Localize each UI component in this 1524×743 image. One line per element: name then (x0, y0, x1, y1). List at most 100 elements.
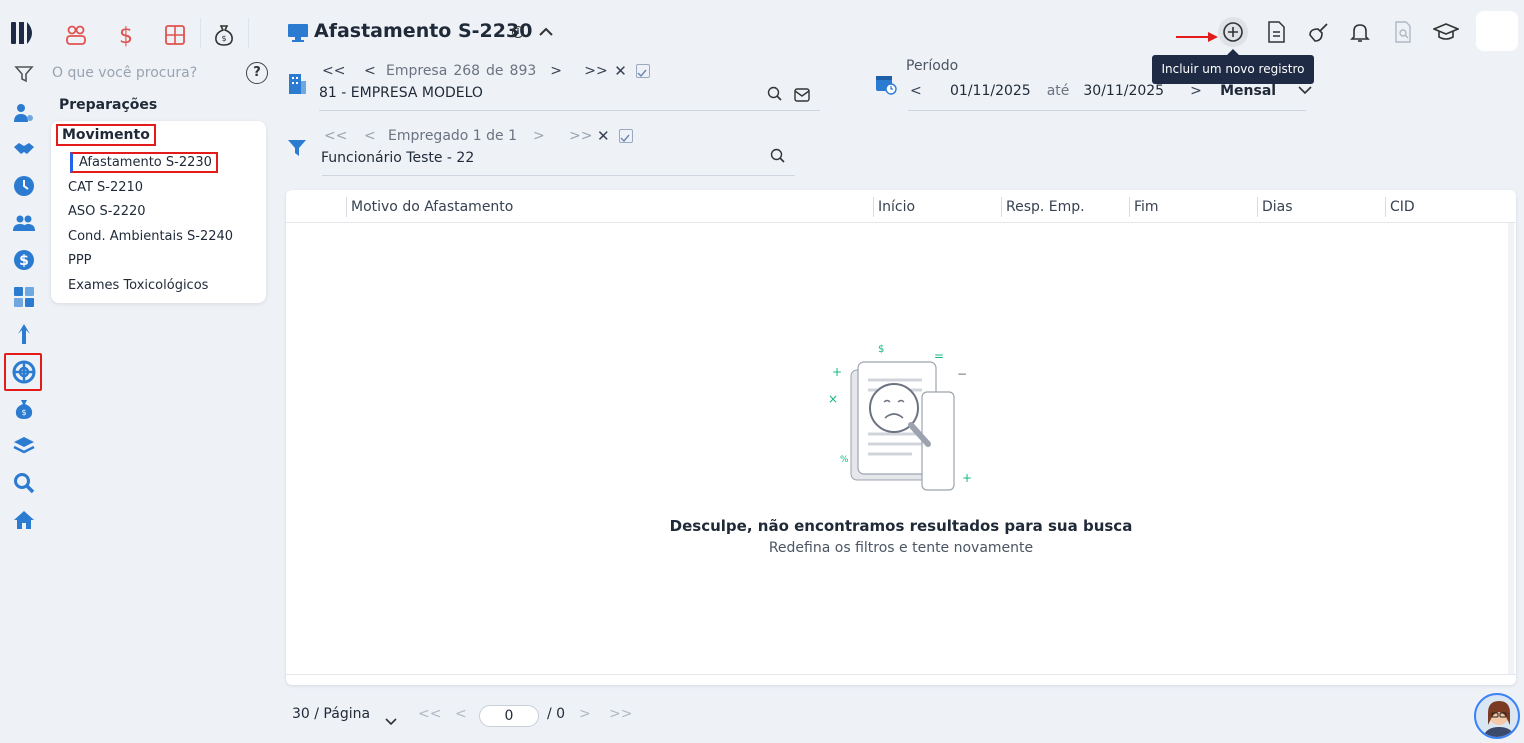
empresa-first-button[interactable]: << (322, 63, 364, 79)
menu-section-movimento[interactable]: Movimento (56, 124, 156, 146)
empregado-clear-button[interactable]: ✕ (597, 127, 619, 145)
illus-times: × (828, 392, 838, 406)
empregado-checkbox[interactable] (619, 129, 634, 143)
svg-text:$: $ (221, 34, 226, 43)
periodo-end[interactable]: 30/11/2025 (1083, 83, 1164, 99)
periodo-mode-select[interactable]: Mensal (1220, 83, 1298, 99)
app-logo-icon[interactable] (10, 20, 38, 46)
empregado-first-button[interactable]: << (324, 128, 364, 144)
empresa-field[interactable]: 81 - EMPRESA MODELO (319, 85, 483, 101)
info-icon[interactable]: i (512, 26, 524, 38)
funnel-icon (287, 138, 307, 162)
pager-next-button[interactable]: > (579, 706, 591, 722)
group-module-icon[interactable] (61, 20, 91, 50)
calendar-icon (875, 73, 897, 99)
search-input[interactable] (52, 62, 242, 84)
calculator-icon[interactable] (11, 284, 37, 310)
menu-item-afastamento[interactable]: Afastamento S-2230 (70, 152, 218, 173)
grid-scrollbar[interactable] (1508, 223, 1514, 675)
empregado-prev-button[interactable]: < (364, 128, 388, 144)
assistant-avatar[interactable] (1474, 693, 1520, 739)
money-bag-icon[interactable]: $ (11, 396, 37, 422)
growth-icon[interactable] (11, 321, 37, 347)
dollar-icon[interactable]: $ (11, 247, 37, 273)
team-icon[interactable] (11, 210, 37, 236)
monitor-icon (288, 24, 308, 46)
empregado-label: Empregado 1 de 1 (388, 128, 518, 144)
page-number-input[interactable] (479, 705, 539, 727)
report-search-icon[interactable] (1388, 17, 1418, 47)
help-icon[interactable]: ? (246, 62, 268, 84)
grid-header: Motivo do Afastamento Início Resp. Emp. … (286, 190, 1516, 223)
menu-item-aso[interactable]: ASO S-2220 (68, 204, 146, 219)
bell-icon[interactable] (1345, 17, 1375, 47)
building-icon (287, 72, 307, 100)
handshake-icon[interactable] (11, 136, 37, 162)
empregado-last-button[interactable]: >> (569, 128, 597, 144)
document-icon[interactable] (1261, 17, 1291, 47)
menu-item-cond-ambientais[interactable]: Cond. Ambientais S-2240 (68, 229, 233, 244)
people-settings-icon[interactable] (11, 100, 37, 126)
safety-wheel-icon[interactable] (11, 359, 37, 385)
col-fim[interactable]: Fim (1129, 197, 1159, 217)
col-resp-emp[interactable]: Resp. Emp. (1001, 197, 1085, 217)
empty-state-illustration-icon: $ = + − × % + (826, 340, 976, 504)
empresa-navigator: << < Empresa 268 de 893 > >> ✕ (322, 62, 651, 80)
money-bag-module-icon[interactable]: $ (209, 20, 239, 50)
menu-item-ppp[interactable]: PPP (68, 253, 92, 268)
periodo-start[interactable]: 01/11/2025 (950, 83, 1031, 99)
empresa-search-icon[interactable] (767, 86, 783, 106)
illus-percent: % (840, 455, 849, 465)
chevron-up-icon[interactable] (538, 24, 554, 43)
red-arrow-icon (1176, 27, 1218, 46)
clock-icon[interactable] (11, 173, 37, 199)
menu-item-cat[interactable]: CAT S-2210 (68, 180, 143, 195)
empresa-total: 893 (509, 63, 537, 79)
col-cid[interactable]: CID (1385, 197, 1415, 217)
empresa-clear-button[interactable]: ✕ (614, 62, 636, 80)
menu-group-title: Preparações (59, 97, 158, 113)
mail-icon[interactable] (794, 87, 810, 106)
add-record-button[interactable] (1218, 17, 1248, 47)
empresa-checkbox[interactable] (636, 64, 651, 78)
menu-item-exames[interactable]: Exames Toxicológicos (68, 278, 208, 293)
periodo-until: até (1046, 83, 1070, 99)
calculator-module-icon[interactable] (160, 20, 190, 50)
col-inicio[interactable]: Início (873, 197, 915, 217)
left-rail: $ $ (0, 0, 48, 743)
search-icon[interactable] (11, 470, 37, 496)
user-avatar[interactable] (1476, 11, 1518, 51)
clear-filters-icon[interactable] (1303, 17, 1333, 47)
finance-module-icon[interactable]: $ (111, 20, 141, 50)
empresa-prev-button[interactable]: < (364, 63, 386, 79)
empregado-search-icon[interactable] (770, 148, 786, 168)
pager-last-button[interactable]: >> (609, 706, 632, 722)
empresa-label: Empresa (386, 63, 448, 79)
chevron-down-icon[interactable] (1298, 83, 1312, 99)
per-page-select[interactable]: 30 / Página (292, 706, 370, 722)
graduation-cap-icon[interactable] (1431, 17, 1461, 47)
svg-text:$: $ (119, 24, 133, 47)
illus-minus: − (957, 367, 967, 381)
empresa-last-button[interactable]: >> (584, 63, 614, 79)
periodo-next-button[interactable]: > (1190, 83, 1220, 99)
col-motivo[interactable]: Motivo do Afastamento (346, 197, 513, 217)
periodo-row: < 01/11/2025 até 30/11/2025 > Mensal (910, 83, 1312, 99)
chevron-down-icon[interactable] (385, 711, 397, 730)
illus-plus-2: + (962, 471, 972, 485)
col-dias[interactable]: Dias (1257, 197, 1293, 217)
periodo-prev-button[interactable]: < (910, 83, 950, 99)
empresa-next-button[interactable]: > (550, 63, 584, 79)
empregado-field[interactable]: Funcionário Teste - 22 (321, 150, 474, 166)
illus-dollar: $ (878, 344, 884, 355)
results-grid: Motivo do Afastamento Início Resp. Emp. … (286, 190, 1516, 685)
pager-prev-button[interactable]: < (455, 706, 467, 722)
pager-first-button[interactable]: << (418, 706, 441, 722)
layers-icon[interactable] (11, 433, 37, 459)
empregado-next-button[interactable]: > (533, 128, 569, 144)
illus-plus: + (832, 365, 842, 379)
svg-text:$: $ (21, 408, 26, 417)
periodo-label: Período (906, 58, 959, 74)
home-icon[interactable] (11, 507, 37, 533)
illus-equals: = (934, 349, 944, 363)
